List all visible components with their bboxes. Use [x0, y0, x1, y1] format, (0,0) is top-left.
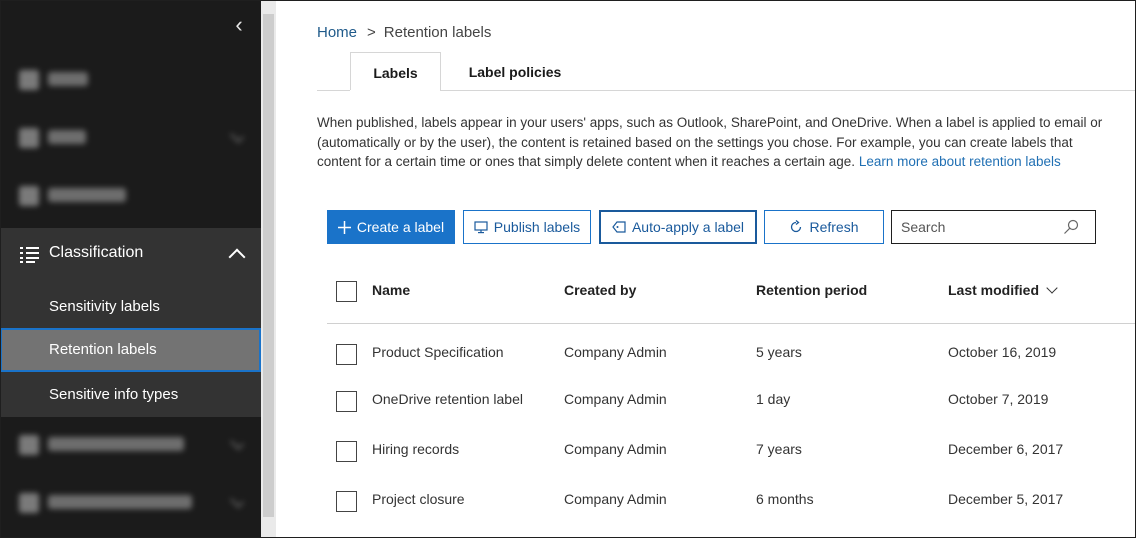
cell-name: Product Specification	[372, 344, 504, 360]
cell-name: Hiring records	[372, 441, 460, 457]
chevron-down-icon	[229, 128, 245, 144]
description-line-3: content for a certain time or ones that …	[317, 154, 856, 169]
nav-item-classification[interactable]: Classification	[0, 228, 261, 280]
tab-labels[interactable]: Labels	[350, 52, 441, 91]
left-navigation: ‹ Classification Sensitivity labels Rete…	[0, 0, 261, 538]
active-tab-gap	[350, 90, 440, 91]
breadcrumb-current: Retention labels	[383, 24, 492, 41]
table-row[interactable]: Project closure Company Admin 6 months D…	[327, 479, 1136, 519]
table-header-divider	[327, 323, 1136, 324]
refresh-icon	[789, 220, 803, 234]
alert-icon	[19, 128, 39, 148]
cell-created-by: Company Admin	[564, 344, 667, 360]
nav-item-dlp-label	[48, 437, 184, 451]
create-label-text: Create a label	[356, 219, 445, 235]
column-header-last-modified-wrap[interactable]: Last modified	[948, 282, 1058, 298]
breadcrumb-home-link[interactable]: Home	[317, 24, 357, 41]
nav-item-home-label	[48, 72, 88, 86]
column-header-last-modified: Last modified	[948, 282, 1040, 298]
collapse-nav-button[interactable]: ‹	[229, 12, 249, 40]
sort-descending-icon	[1046, 282, 1058, 294]
nav-item-alerts-label	[48, 130, 86, 144]
chevron-up-icon	[228, 248, 246, 266]
refresh-text: Refresh	[809, 219, 859, 235]
learn-more-link[interactable]: Learn more about retention labels	[859, 154, 1061, 169]
list-icon	[20, 247, 39, 263]
table-row[interactable]: OneDrive retention label Company Admin 1…	[327, 379, 1136, 419]
nav-item-permissions[interactable]	[0, 168, 261, 224]
publish-labels-button[interactable]: Publish labels	[463, 210, 591, 244]
row-checkbox[interactable]	[336, 391, 357, 412]
publish-icon	[474, 220, 488, 234]
classification-label: Classification	[49, 244, 144, 261]
breadcrumb-separator: >	[367, 24, 376, 41]
nav-item-records-management[interactable]	[0, 475, 261, 531]
sidebar-item-retention-labels[interactable]: Retention labels	[0, 328, 261, 372]
table-row[interactable]: Product Specification Company Admin 5 ye…	[327, 332, 1136, 372]
tab-label-policies[interactable]: Label policies	[455, 52, 575, 91]
create-label-button[interactable]: Create a label	[327, 210, 455, 244]
select-all-checkbox[interactable]	[336, 281, 357, 302]
key-icon	[19, 186, 39, 206]
nav-item-permissions-label	[48, 188, 126, 202]
cell-name: OneDrive retention label	[372, 391, 523, 407]
cell-last-modified: October 16, 2019	[948, 344, 1057, 360]
cell-retention-period: 7 years	[756, 441, 802, 457]
chevron-down-icon	[229, 435, 245, 451]
cell-name: Project closure	[372, 491, 465, 507]
publish-labels-text: Publish labels	[493, 219, 581, 235]
nav-item-home[interactable]	[0, 52, 261, 108]
column-header-retention-period[interactable]: Retention period	[756, 282, 867, 298]
cell-created-by: Company Admin	[564, 491, 667, 507]
cell-created-by: Company Admin	[564, 441, 667, 457]
shield-icon	[19, 435, 39, 455]
home-icon	[19, 70, 39, 90]
refresh-button[interactable]: Refresh	[764, 210, 884, 244]
cell-created-by: Company Admin	[564, 391, 667, 407]
plus-icon	[337, 220, 351, 234]
cell-retention-period: 1 day	[756, 391, 791, 407]
search-box	[891, 210, 1096, 244]
description-line-3-wrap: content for a certain time or ones that …	[317, 152, 1136, 172]
column-header-name[interactable]: Name	[372, 282, 410, 298]
sidebar-item-sensitive-info-types[interactable]: Sensitive info types	[0, 373, 261, 417]
cell-last-modified: October 7, 2019	[948, 391, 1049, 407]
page-description: When published, labels appear in your us…	[317, 113, 1136, 172]
row-checkbox[interactable]	[336, 491, 357, 512]
nav-item-alerts[interactable]	[0, 110, 261, 166]
sidebar-item-sensitivity-labels[interactable]: Sensitivity labels	[0, 285, 261, 329]
column-header-created-by[interactable]: Created by	[564, 282, 636, 298]
nav-item-records-label	[48, 495, 192, 509]
cell-retention-period: 6 months	[756, 491, 814, 507]
nav-scrollbar-thumb[interactable]	[263, 14, 274, 517]
classification-section: Classification Sensitivity labels Retent…	[0, 228, 261, 417]
breadcrumb: Home > Retention labels	[317, 24, 491, 41]
search-icon[interactable]	[1063, 219, 1079, 235]
tag-icon	[612, 221, 626, 233]
table-row[interactable]: Hiring records Company Admin 7 years Dec…	[327, 429, 1136, 469]
auto-apply-label-text: Auto-apply a label	[631, 219, 745, 235]
records-icon	[19, 493, 39, 513]
description-line-2: (automatically or by the user), the cont…	[317, 134, 1073, 150]
cell-retention-period: 5 years	[756, 344, 802, 360]
row-checkbox[interactable]	[336, 441, 357, 462]
nav-item-data-loss-prevention[interactable]	[0, 417, 261, 473]
row-checkbox[interactable]	[336, 344, 357, 365]
search-input[interactable]	[901, 218, 1061, 236]
chevron-down-icon	[229, 493, 245, 509]
description-line-1: When published, labels appear in your us…	[317, 115, 1103, 130]
cell-last-modified: December 6, 2017	[948, 441, 1064, 457]
auto-apply-label-button[interactable]: Auto-apply a label	[599, 210, 757, 244]
cell-last-modified: December 5, 2017	[948, 491, 1064, 507]
